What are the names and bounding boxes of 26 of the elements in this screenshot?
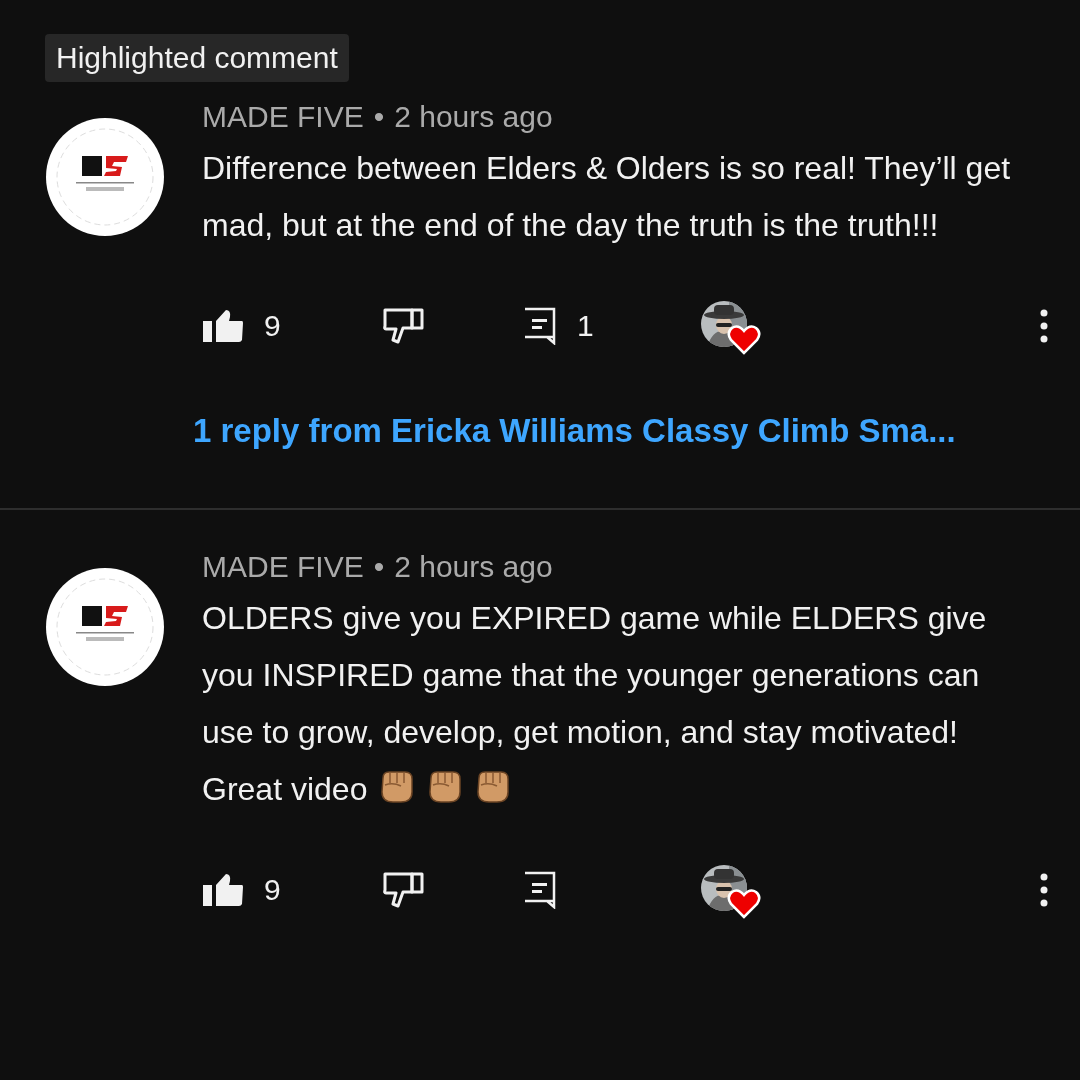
more-options-icon[interactable] xyxy=(1039,309,1049,343)
thumbs-down-icon[interactable] xyxy=(383,872,425,908)
separator-dot: • xyxy=(373,100,385,134)
more-options-icon[interactable] xyxy=(1039,873,1049,907)
thumbs-down-icon[interactable] xyxy=(383,308,425,344)
thumbs-up-icon[interactable] xyxy=(202,309,244,343)
comment-icon[interactable] xyxy=(523,307,557,345)
highlighted-comment-badge: Highlighted comment xyxy=(45,34,349,82)
replies-link[interactable]: 1 reply from Ericka Williams Classy Climb Sma... xyxy=(193,412,1040,450)
comment-time: 2 hours ago xyxy=(394,100,553,134)
comment-time: 2 hours ago xyxy=(394,550,553,584)
fist-icon xyxy=(379,770,416,804)
comment-text: OLDERS give you EXPIRED game while ELDERS give you INSPIRED game that the younger generations can use to grow, develop, get motion, and stay motivated! Great video xyxy=(202,599,988,809)
like-count: 9 xyxy=(264,873,281,907)
comment-text: Difference between Elders & Olders is so real! They’ll get mad, but at the end of the day the truth is the truth!!! xyxy=(202,149,1012,245)
fist-icon xyxy=(427,770,464,804)
comment-icon[interactable] xyxy=(523,871,557,909)
fist-icon xyxy=(475,770,512,804)
comment-author[interactable]: MADE FIVE xyxy=(202,550,364,584)
reply-count: 1 xyxy=(577,309,594,343)
avatar-logo-icon xyxy=(46,118,164,236)
avatar-logo-icon xyxy=(46,568,164,686)
separator-dot: • xyxy=(373,550,385,584)
like-count: 9 xyxy=(264,309,281,343)
thumbs-up-icon[interactable] xyxy=(202,873,244,907)
comment-author[interactable]: MADE FIVE xyxy=(202,100,364,134)
